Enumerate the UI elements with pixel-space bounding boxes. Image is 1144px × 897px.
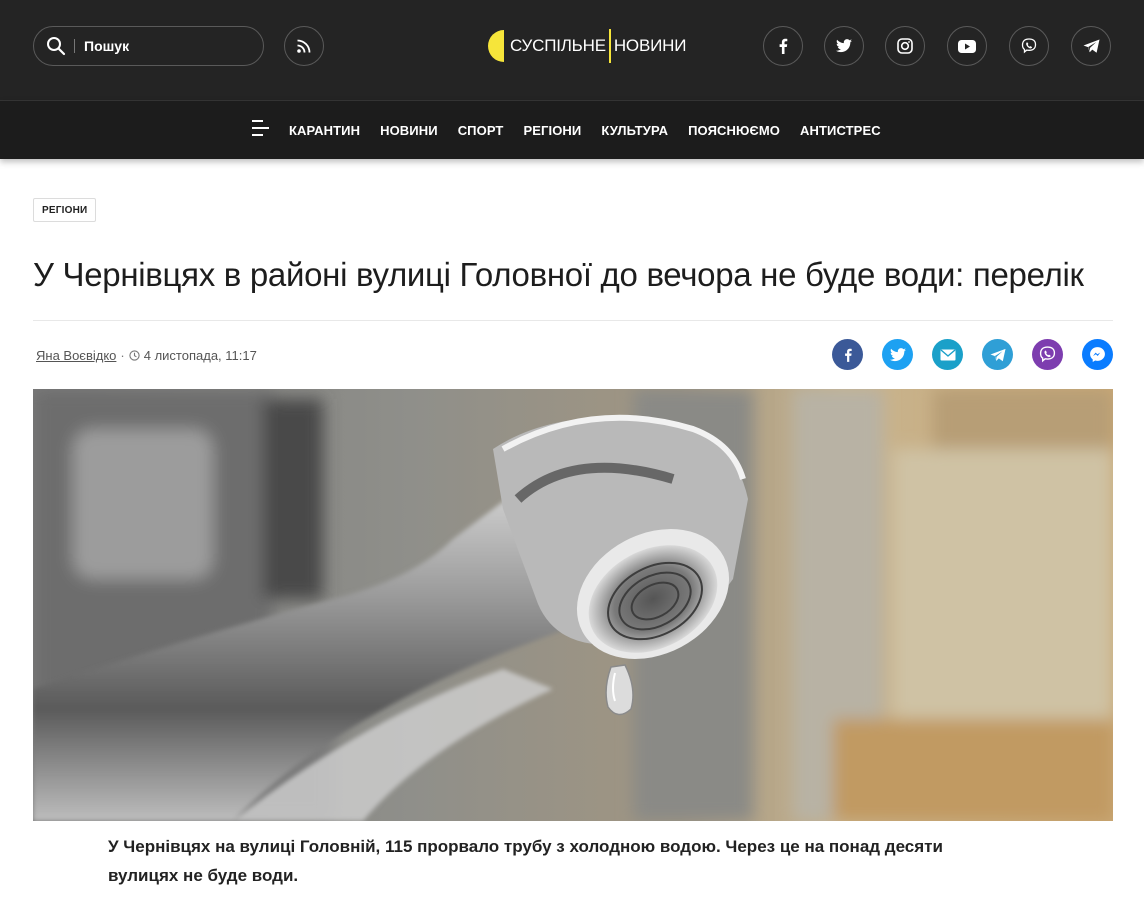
- instagram-icon: [897, 38, 913, 54]
- messenger-share-icon: [1089, 346, 1106, 363]
- share-email-button[interactable]: [932, 339, 963, 370]
- twitter-share-icon: [889, 347, 906, 362]
- search-box[interactable]: [33, 26, 264, 66]
- facebook-button[interactable]: [763, 26, 803, 66]
- nav-item-kultura[interactable]: КУЛЬТУРА: [601, 123, 668, 138]
- nav-item-sport[interactable]: СПОРТ: [458, 123, 504, 138]
- logo-text-left: СУСПІЛЬНЕ: [510, 36, 606, 55]
- share-twitter-button[interactable]: [882, 339, 913, 370]
- logo-text-right: НОВИНИ: [613, 36, 687, 55]
- telegram-button[interactable]: [1071, 26, 1111, 66]
- nav-item-regiony[interactable]: РЕГІОНИ: [523, 123, 581, 138]
- nav-item-novyny[interactable]: НОВИНИ: [380, 123, 438, 138]
- search-input[interactable]: [84, 38, 244, 54]
- nav-items: КАРАНТИН НОВИНИ СПОРТ РЕГІОНИ КУЛЬТУРА П…: [289, 101, 901, 159]
- youtube-icon: [958, 39, 976, 53]
- facebook-icon: [776, 38, 790, 54]
- telegram-icon: [1083, 39, 1100, 53]
- main-navigation: КАРАНТИН НОВИНИ СПОРТ РЕГІОНИ КУЛЬТУРА П…: [0, 100, 1144, 159]
- article-photo: [33, 389, 1113, 821]
- logo-mark-icon: [486, 28, 506, 64]
- youtube-button[interactable]: [947, 26, 987, 66]
- clock-icon: [129, 349, 140, 361]
- share-messenger-button[interactable]: [1082, 339, 1113, 370]
- logo-divider: [608, 29, 611, 63]
- twitter-icon: [836, 39, 852, 53]
- search-icon[interactable]: [46, 36, 66, 56]
- nav-item-karantyn[interactable]: КАРАНТИН: [289, 123, 360, 138]
- nav-item-poyasniuiemo[interactable]: ПОЯСНЮЄМО: [688, 123, 780, 138]
- author-link[interactable]: Яна Воєвідко: [36, 348, 116, 363]
- article-lead: У Чернівцях на вулиці Головній, 115 прор…: [108, 837, 943, 885]
- instagram-button[interactable]: [885, 26, 925, 66]
- twitter-button[interactable]: [824, 26, 864, 66]
- faucet-photo-illustration: [33, 389, 1113, 821]
- rss-button[interactable]: [284, 26, 324, 66]
- share-telegram-button[interactable]: [982, 339, 1013, 370]
- article-title: У Чернівцях в районі вулиці Головної до …: [33, 256, 1084, 293]
- title-divider: [33, 320, 1113, 321]
- share-facebook-button[interactable]: [832, 339, 863, 370]
- nav-item-antystres[interactable]: АНТИСТРЕС: [800, 123, 881, 138]
- publish-date: 4 листопада, 11:17: [143, 347, 257, 363]
- search-separator: [74, 39, 75, 53]
- article-meta: Яна Воєвідко · 4 листопада, 11:17: [36, 346, 257, 364]
- rss-icon: [296, 38, 312, 54]
- category-badge[interactable]: РЕГІОНИ: [33, 198, 97, 222]
- hamburger-menu-icon[interactable]: [252, 119, 270, 137]
- top-header: СУСПІЛЬНЕ НОВИНИ: [0, 0, 1144, 100]
- facebook-share-icon: [842, 346, 854, 364]
- viber-icon: [1021, 38, 1037, 54]
- viber-button[interactable]: [1009, 26, 1049, 66]
- email-share-icon: [940, 348, 956, 361]
- telegram-share-icon: [989, 348, 1006, 362]
- viber-share-icon: [1039, 346, 1056, 363]
- share-viber-button[interactable]: [1032, 339, 1063, 370]
- meta-separator: ·: [120, 347, 125, 363]
- site-logo[interactable]: СУСПІЛЬНЕ НОВИНИ: [486, 28, 686, 64]
